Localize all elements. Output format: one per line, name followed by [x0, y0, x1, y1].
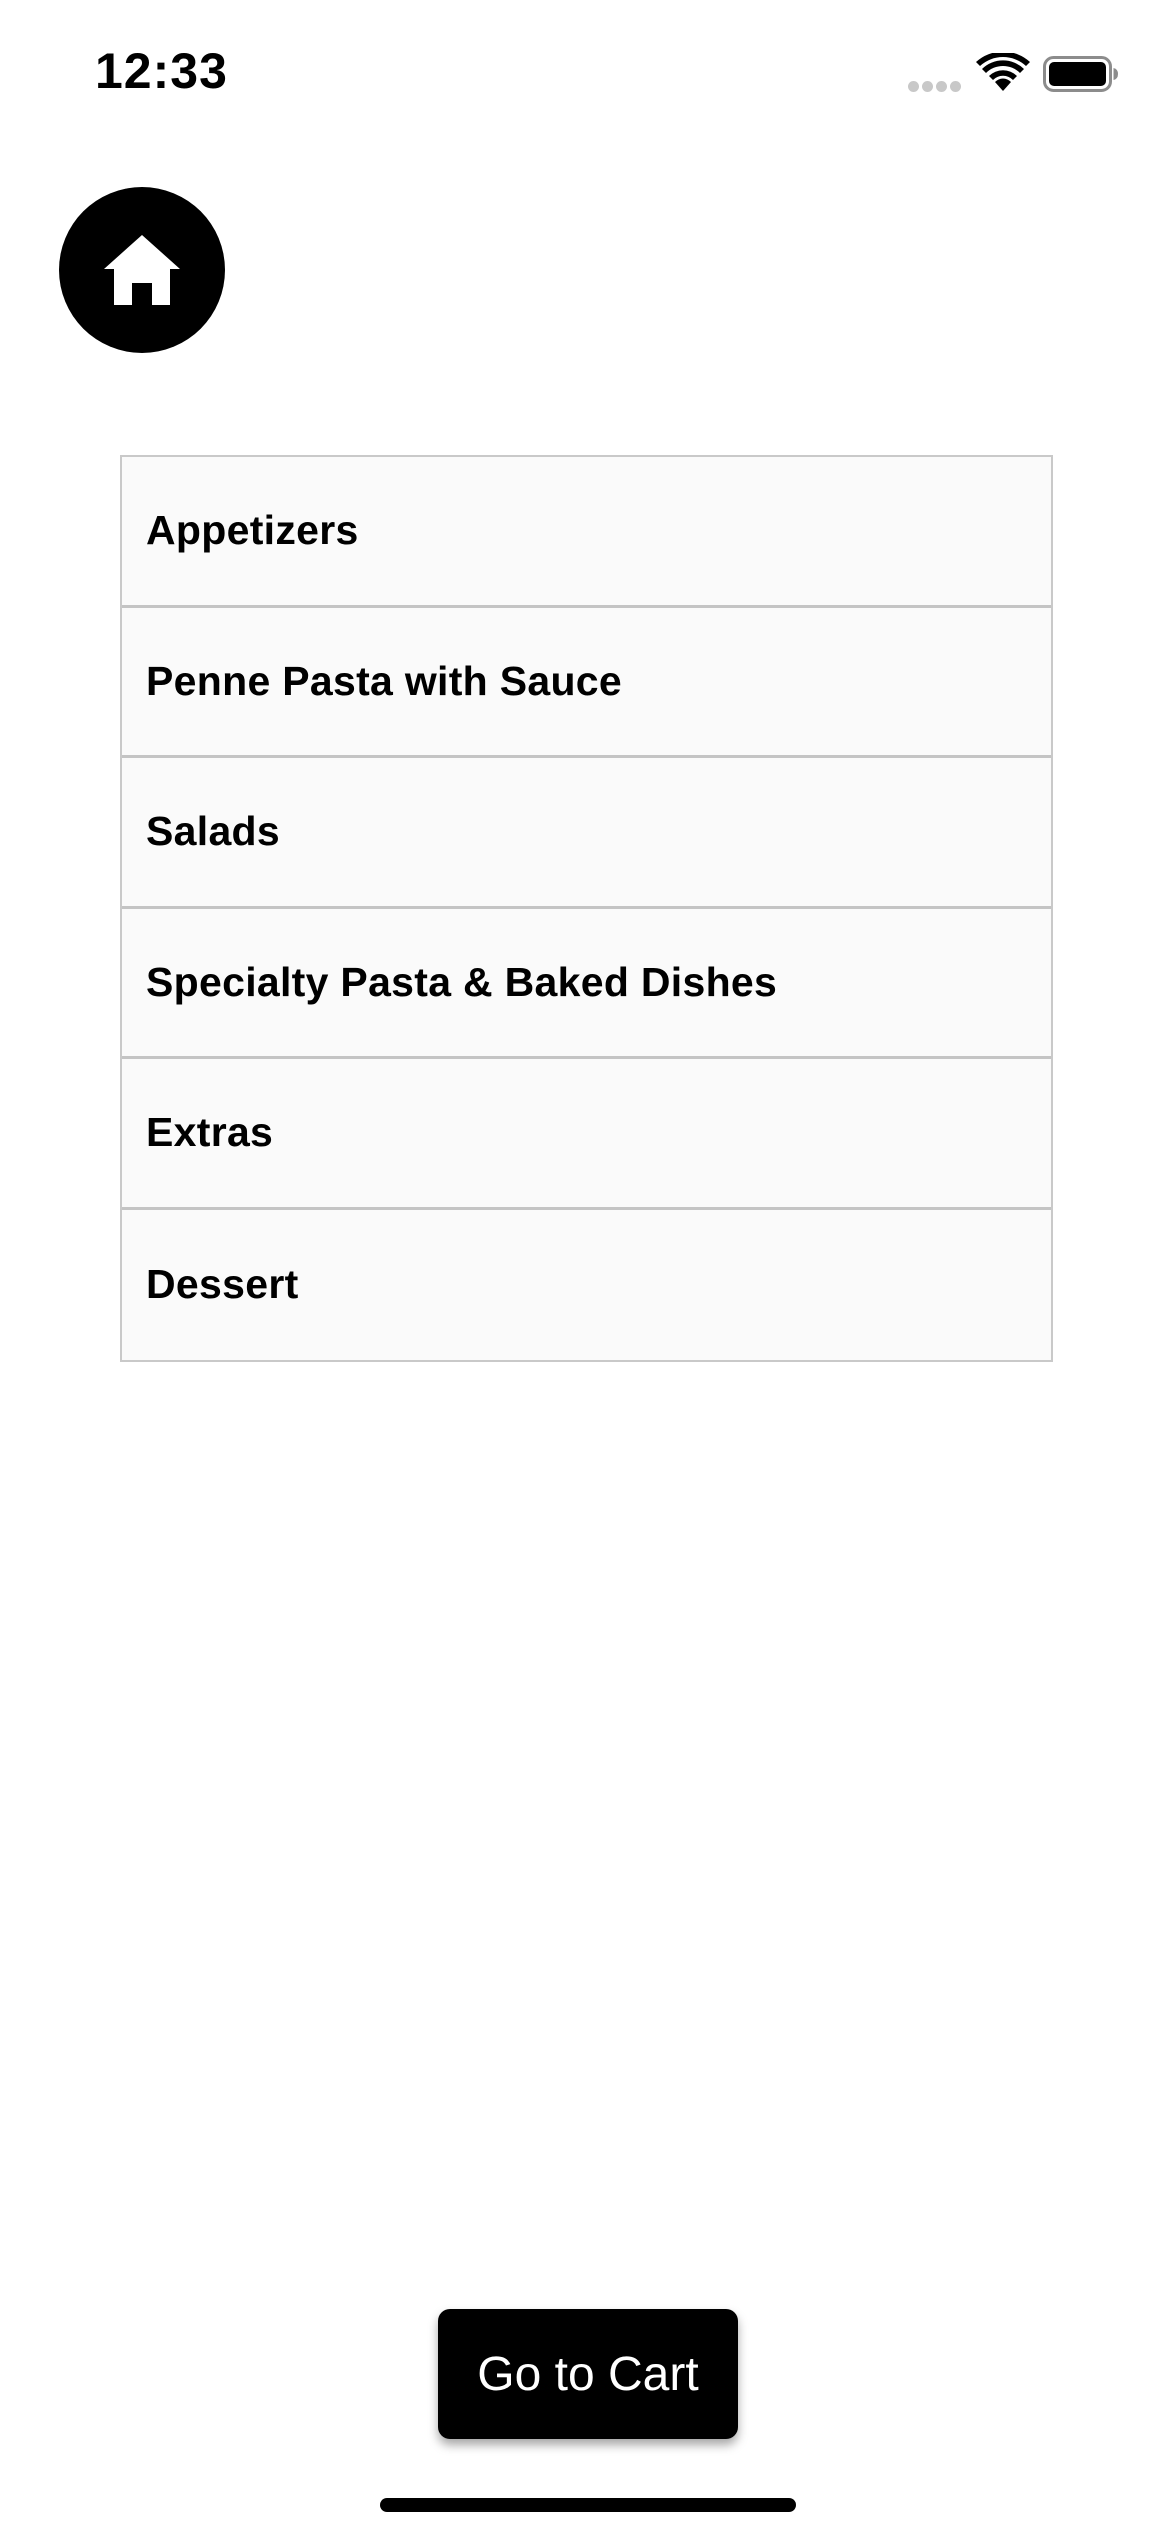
- battery-icon: [1043, 56, 1118, 92]
- category-list: Appetizers Penne Pasta with Sauce Salads…: [120, 455, 1053, 1362]
- category-label: Extras: [146, 1109, 274, 1156]
- category-label: Appetizers: [146, 507, 359, 554]
- category-label: Dessert: [146, 1261, 299, 1308]
- home-button[interactable]: [59, 187, 225, 353]
- wifi-icon: [976, 53, 1030, 91]
- home-icon: [104, 235, 180, 305]
- category-label: Salads: [146, 808, 280, 855]
- cellular-signal-icon: [908, 81, 964, 93]
- category-item-extras[interactable]: Extras: [122, 1059, 1051, 1210]
- menu-screen: 12:33 Appetizers Penne Pasta with Sauce: [0, 0, 1170, 2532]
- category-item-salads[interactable]: Salads: [122, 758, 1051, 909]
- category-item-appetizers[interactable]: Appetizers: [122, 457, 1051, 608]
- category-item-specialty-pasta[interactable]: Specialty Pasta & Baked Dishes: [122, 908, 1051, 1059]
- status-time: 12:33: [95, 43, 228, 99]
- status-bar: 12:33: [0, 0, 1170, 150]
- cart-button-label: Go to Cart: [477, 2347, 699, 2401]
- category-item-penne-pasta[interactable]: Penne Pasta with Sauce: [122, 607, 1051, 758]
- category-label: Penne Pasta with Sauce: [146, 657, 622, 704]
- category-label: Specialty Pasta & Baked Dishes: [146, 958, 778, 1005]
- home-indicator[interactable]: [380, 2498, 796, 2512]
- category-item-dessert[interactable]: Dessert: [122, 1209, 1051, 1360]
- go-to-cart-button[interactable]: Go to Cart: [438, 2309, 738, 2439]
